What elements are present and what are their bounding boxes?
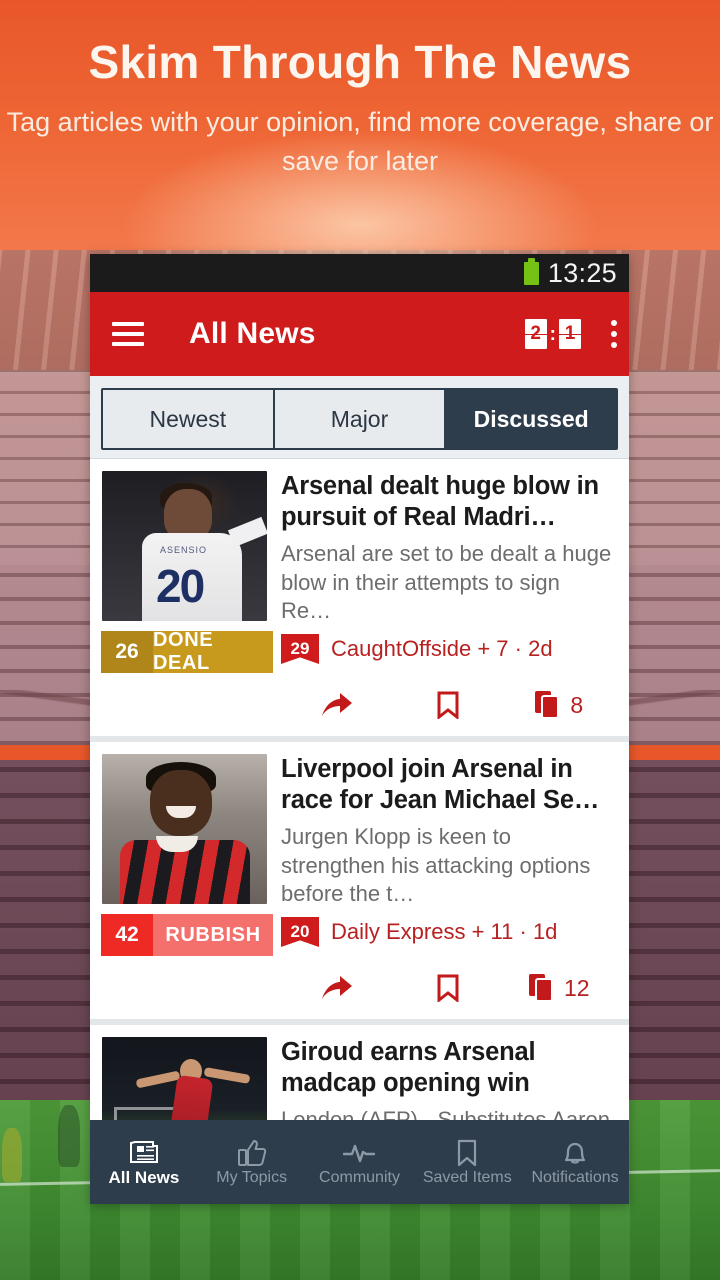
thumbs-up-icon <box>237 1139 266 1166</box>
article-summary: London (AFP) - Substitutes Aaron Ramsey … <box>281 1107 610 1120</box>
tab-discussed[interactable]: Discussed <box>446 390 616 448</box>
status-badge-label: DONE DEAL <box>153 629 214 674</box>
article-headline[interactable]: Giroud earns Arsenal madcap opening win <box>281 1037 615 1099</box>
article-headline[interactable]: Liverpool join Arsenal in race for Jean … <box>281 754 615 816</box>
bookmark-icon <box>458 1139 477 1166</box>
status-badge-count: 42 <box>101 914 153 956</box>
article-card-left: ASENSIO 20 26 DONE DEAL <box>101 471 273 736</box>
article-card-right: Arsenal dealt huge blow in pursuit of Re… <box>267 471 617 736</box>
thumb-detail <box>150 770 212 836</box>
page-title: All News <box>189 317 316 350</box>
status-badge[interactable]: 42 RUBBISH <box>101 914 273 956</box>
battery-full-icon <box>523 257 539 285</box>
share-button[interactable] <box>281 674 392 736</box>
phone-mockup: 13:25 All News 2 : 1 Newest Major Discus… <box>90 254 629 1204</box>
newspaper-icon <box>129 1141 158 1163</box>
thumb-detail: ASENSIO <box>160 545 208 555</box>
bell-icon <box>564 1142 586 1164</box>
scoreboard-icon[interactable]: 2 : 1 <box>524 319 581 349</box>
thumb-detail <box>170 1074 214 1120</box>
thumb-detail <box>135 1070 181 1089</box>
bottom-navigation: All News My Topics Community Saved Items… <box>90 1120 629 1204</box>
source-count-badge: 20 <box>281 917 319 947</box>
tab-strip: Newest Major Discussed <box>101 388 618 450</box>
status-badge-label: RUBBISH <box>165 923 261 946</box>
app-bar: All News 2 : 1 <box>90 292 629 376</box>
share-arrow-icon <box>321 976 352 999</box>
article-summary: Jurgen Klopp is keen to strengthen his a… <box>281 824 591 907</box>
status-badge[interactable]: 26 DONE DEAL <box>101 629 273 674</box>
article-source-line: 29 CaughtOffside + 7 · 2d <box>281 634 615 664</box>
promo-screenshot: Skim Through The News Tag articles with … <box>0 0 720 1280</box>
article-card-left: 16 SO TRUE <box>102 1037 267 1120</box>
nav-item-notifications[interactable]: Notifications <box>521 1120 629 1204</box>
scoreboard-separator: : <box>549 323 556 345</box>
article-source-text[interactable]: Daily Express + 11 · 1d <box>331 919 557 945</box>
coverage-button[interactable]: 12 <box>504 957 615 1019</box>
share-arrow-icon <box>321 693 352 716</box>
tab-newest[interactable]: Newest <box>103 390 275 448</box>
nav-label: My Topics <box>216 1168 288 1186</box>
article-card-right: Giroud earns Arsenal madcap opening win … <box>267 1037 617 1120</box>
share-button[interactable] <box>281 957 392 1019</box>
thumb-detail <box>227 516 267 548</box>
scoreboard-away-score: 1 <box>559 319 581 349</box>
nav-label: All News <box>108 1168 180 1187</box>
nav-item-my-topics[interactable]: My Topics <box>198 1120 306 1204</box>
nav-label: Saved Items <box>422 1168 512 1186</box>
thumb-detail: 20 <box>156 560 205 612</box>
coverage-count: 8 <box>570 691 584 718</box>
nav-label: Community <box>319 1168 400 1186</box>
status-bar-clock: 13:25 <box>547 257 617 288</box>
nav-item-saved-items[interactable]: Saved Items <box>413 1120 521 1204</box>
save-button[interactable] <box>392 674 503 736</box>
tab-strip-container: Newest Major Discussed <box>90 376 629 459</box>
stacked-cards-icon <box>535 691 560 719</box>
scoreboard-home-score: 2 <box>524 319 547 349</box>
article-headline[interactable]: Arsenal dealt huge blow in pursuit of Re… <box>281 471 615 533</box>
article-thumbnail[interactable]: ASENSIO 20 <box>102 471 267 621</box>
article-source-text[interactable]: CaughtOffside + 7 · 2d <box>331 636 553 662</box>
activity-pulse-icon <box>343 1144 376 1162</box>
article-thumbnail[interactable] <box>102 754 267 904</box>
article-card-right: Liverpool join Arsenal in race for Jean … <box>267 754 617 1019</box>
status-badge-count: 26 <box>101 631 153 673</box>
stacked-cards-icon <box>529 974 554 1002</box>
nav-item-all-news[interactable]: All News <box>90 1120 198 1204</box>
article-thumbnail[interactable] <box>102 1037 267 1120</box>
article-card[interactable]: 16 SO TRUE Giroud earns Arsenal madcap o… <box>90 1025 629 1120</box>
bookmark-icon <box>437 974 459 1002</box>
article-actions: 8 <box>281 674 615 736</box>
tab-major[interactable]: Major <box>274 390 447 448</box>
promo-subtitle: Tag articles with your opinion, find mor… <box>6 106 714 176</box>
article-card[interactable]: ASENSIO 20 26 DONE DEAL Arsenal dealt hu… <box>90 459 629 736</box>
article-summary: Arsenal are set to be dealt a huge blow … <box>281 541 612 624</box>
source-count-badge: 29 <box>281 634 319 664</box>
bookmark-icon <box>437 691 459 719</box>
article-card[interactable]: 42 RUBBISH Liverpool join Arsenal in rac… <box>90 742 629 1019</box>
status-bar: 13:25 <box>90 254 629 292</box>
promo-text-block: Skim Through The News Tag articles with … <box>0 0 720 181</box>
save-button[interactable] <box>392 957 503 1019</box>
article-source-line: 20 Daily Express + 11 · 1d <box>281 917 615 947</box>
nav-label: Notifications <box>531 1168 619 1186</box>
promo-title: Skim Through The News <box>88 36 632 88</box>
article-card-left: 42 RUBBISH <box>101 754 273 1019</box>
article-actions: 12 <box>281 957 615 1019</box>
news-feed[interactable]: ASENSIO 20 26 DONE DEAL Arsenal dealt hu… <box>90 459 629 1120</box>
coverage-button[interactable]: 8 <box>504 674 615 736</box>
coverage-count: 12 <box>564 974 590 1001</box>
more-vertical-icon[interactable] <box>607 316 617 352</box>
hamburger-menu-icon[interactable] <box>112 322 144 346</box>
nav-item-community[interactable]: Community <box>306 1120 414 1204</box>
